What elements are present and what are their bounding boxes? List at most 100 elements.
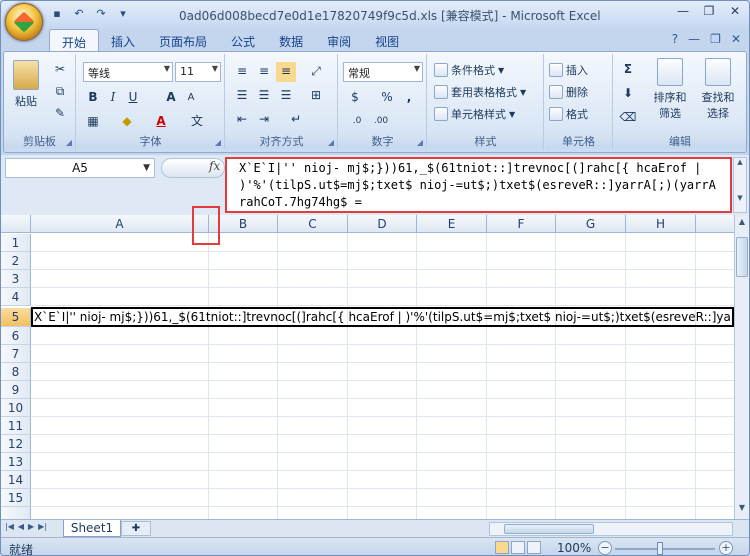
decrease-decimal-icon[interactable]: .00 (371, 112, 391, 132)
align-center-icon[interactable]: ☰ (254, 86, 274, 106)
format-as-table-button[interactable]: 套用表格格式 ▼ (434, 82, 526, 102)
ribbon-restore-icon[interactable]: ❐ (710, 32, 721, 46)
borders-icon[interactable]: ▦ (83, 112, 103, 132)
close-button[interactable]: ✕ (723, 3, 747, 21)
row-header-selected[interactable]: 5 (1, 308, 31, 327)
tab-review[interactable]: 审阅 (315, 29, 363, 52)
bold-button[interactable]: B (83, 88, 103, 108)
customize-qat-icon[interactable]: ▾ (115, 6, 131, 22)
cell-styles-button[interactable]: 单元格样式 ▼ (434, 104, 515, 124)
autosum-button[interactable]: Σ (618, 60, 638, 80)
column-header-f[interactable]: F (487, 215, 556, 233)
row-header[interactable] (1, 507, 31, 519)
tab-formulas[interactable]: 公式 (219, 29, 267, 52)
column-header-h[interactable]: H (626, 215, 696, 233)
active-cell-a5[interactable] (31, 307, 734, 327)
underline-button[interactable]: U (123, 88, 143, 108)
scroll-down-icon[interactable]: ▼ (736, 503, 748, 517)
row-header[interactable]: 13 (1, 453, 31, 471)
conditional-format-button[interactable]: 条件格式 ▼ (434, 60, 504, 80)
insert-sheet-icon[interactable]: ✚ (121, 521, 151, 536)
zoom-slider[interactable] (615, 548, 715, 550)
decrease-indent-icon[interactable]: ⇤ (232, 110, 252, 130)
number-format-combo[interactable]: 常规 ▼ (343, 62, 423, 82)
column-header-c[interactable]: C (278, 215, 348, 233)
italic-button[interactable]: I (103, 88, 123, 108)
vertical-scroll-thumb[interactable] (736, 237, 748, 277)
tab-view[interactable]: 视图 (363, 29, 411, 52)
worksheet-grid[interactable]: A B C D E F G H 1 2 3 4 5 6 7 8 9 10 11 … (1, 215, 734, 519)
find-select-button[interactable]: 查找和 选择 (696, 58, 740, 121)
fill-icon[interactable]: ⬇ (618, 84, 638, 104)
formula-input[interactable]: X`E`I|'' nioj- mj$;}))61,_$(61tniot::]tr… (225, 157, 732, 213)
horizontal-scrollbar[interactable] (489, 522, 733, 536)
font-color-button[interactable]: A (151, 112, 171, 132)
row-header[interactable]: 10 (1, 399, 31, 417)
row-header[interactable]: 15 (1, 489, 31, 507)
clear-icon[interactable]: ⌫ (618, 108, 638, 128)
row-header[interactable]: 7 (1, 345, 31, 363)
horizontal-scroll-thumb[interactable] (504, 524, 594, 534)
column-header-a[interactable]: A (31, 215, 209, 233)
grow-font-button[interactable]: A (161, 88, 181, 108)
formula-bar-expand[interactable]: ▲ ▼ (733, 157, 747, 213)
currency-icon[interactable]: $ (345, 88, 365, 108)
comma-button[interactable]: , (399, 88, 419, 108)
font-name-combo[interactable]: 等线 ▼ (83, 62, 173, 82)
font-launcher-icon[interactable]: ◢ (215, 138, 221, 147)
copy-icon[interactable]: ⧉ (50, 82, 70, 102)
cut-icon[interactable]: ✂ (50, 60, 70, 80)
restore-button[interactable]: ❐ (697, 3, 721, 21)
paste-button[interactable]: 粘贴 (10, 60, 42, 109)
number-launcher-icon[interactable]: ◢ (417, 138, 423, 147)
column-header-g[interactable]: G (556, 215, 626, 233)
row-header[interactable]: 11 (1, 417, 31, 435)
font-size-combo[interactable]: 11 ▼ (175, 62, 221, 82)
align-top-icon[interactable]: ≡ (232, 62, 252, 82)
percent-button[interactable]: % (377, 88, 397, 108)
scroll-up-icon[interactable]: ▲ (736, 217, 748, 231)
alignment-launcher-icon[interactable]: ◢ (328, 138, 334, 147)
zoom-in-icon[interactable]: + (719, 541, 733, 555)
row-header[interactable]: 4 (1, 288, 31, 306)
align-left-icon[interactable]: ☰ (232, 86, 252, 106)
page-break-view-icon[interactable] (527, 541, 541, 554)
row-header[interactable]: 8 (1, 363, 31, 381)
next-sheet-icon[interactable]: ▶ (28, 522, 34, 531)
align-right-icon[interactable]: ☰ (276, 86, 296, 106)
row-header[interactable]: 6 (1, 327, 31, 345)
delete-cells-button[interactable]: 删除 (549, 82, 588, 102)
zoom-level[interactable]: 100% (557, 541, 591, 555)
increase-decimal-icon[interactable]: .0 (347, 112, 367, 132)
ribbon-close-icon[interactable]: ✕ (731, 32, 741, 46)
insert-function-button[interactable]: fx (209, 159, 220, 173)
tab-page-layout[interactable]: 页面布局 (147, 29, 219, 52)
row-header[interactable]: 1 (1, 234, 31, 252)
ribbon-minimize-icon[interactable]: — (688, 32, 700, 46)
insert-cells-button[interactable]: 插入 (549, 60, 588, 80)
orientation-icon[interactable]: ⤢ (306, 62, 326, 82)
save-icon[interactable]: ▪ (49, 6, 65, 22)
tab-insert[interactable]: 插入 (99, 29, 147, 52)
increase-indent-icon[interactable]: ⇥ (254, 110, 274, 130)
row-header[interactable]: 2 (1, 252, 31, 270)
column-header-e[interactable]: E (417, 215, 487, 233)
sheet-tab-sheet1[interactable]: Sheet1 (63, 520, 121, 537)
shrink-font-button[interactable]: A (181, 88, 201, 108)
tab-home[interactable]: 开始 (49, 29, 100, 52)
fill-color-icon[interactable]: ◆ (117, 112, 137, 132)
vertical-scrollbar[interactable]: ▲ ▼ (734, 215, 749, 519)
zoom-slider-thumb[interactable] (657, 542, 663, 555)
zoom-out-icon[interactable]: − (598, 541, 612, 555)
column-header-i[interactable] (696, 215, 734, 233)
row-header[interactable]: 12 (1, 435, 31, 453)
clipboard-launcher-icon[interactable]: ◢ (66, 138, 72, 147)
help-icon[interactable]: ? (672, 32, 678, 46)
name-box[interactable]: A5 ▼ (5, 158, 155, 178)
prev-sheet-icon[interactable]: ◀ (18, 522, 24, 531)
row-header[interactable]: 3 (1, 270, 31, 288)
row-header[interactable]: 14 (1, 471, 31, 489)
office-button[interactable] (5, 3, 43, 41)
merge-center-icon[interactable]: ⊞ (306, 86, 326, 106)
format-painter-icon[interactable]: ✎ (50, 104, 70, 124)
